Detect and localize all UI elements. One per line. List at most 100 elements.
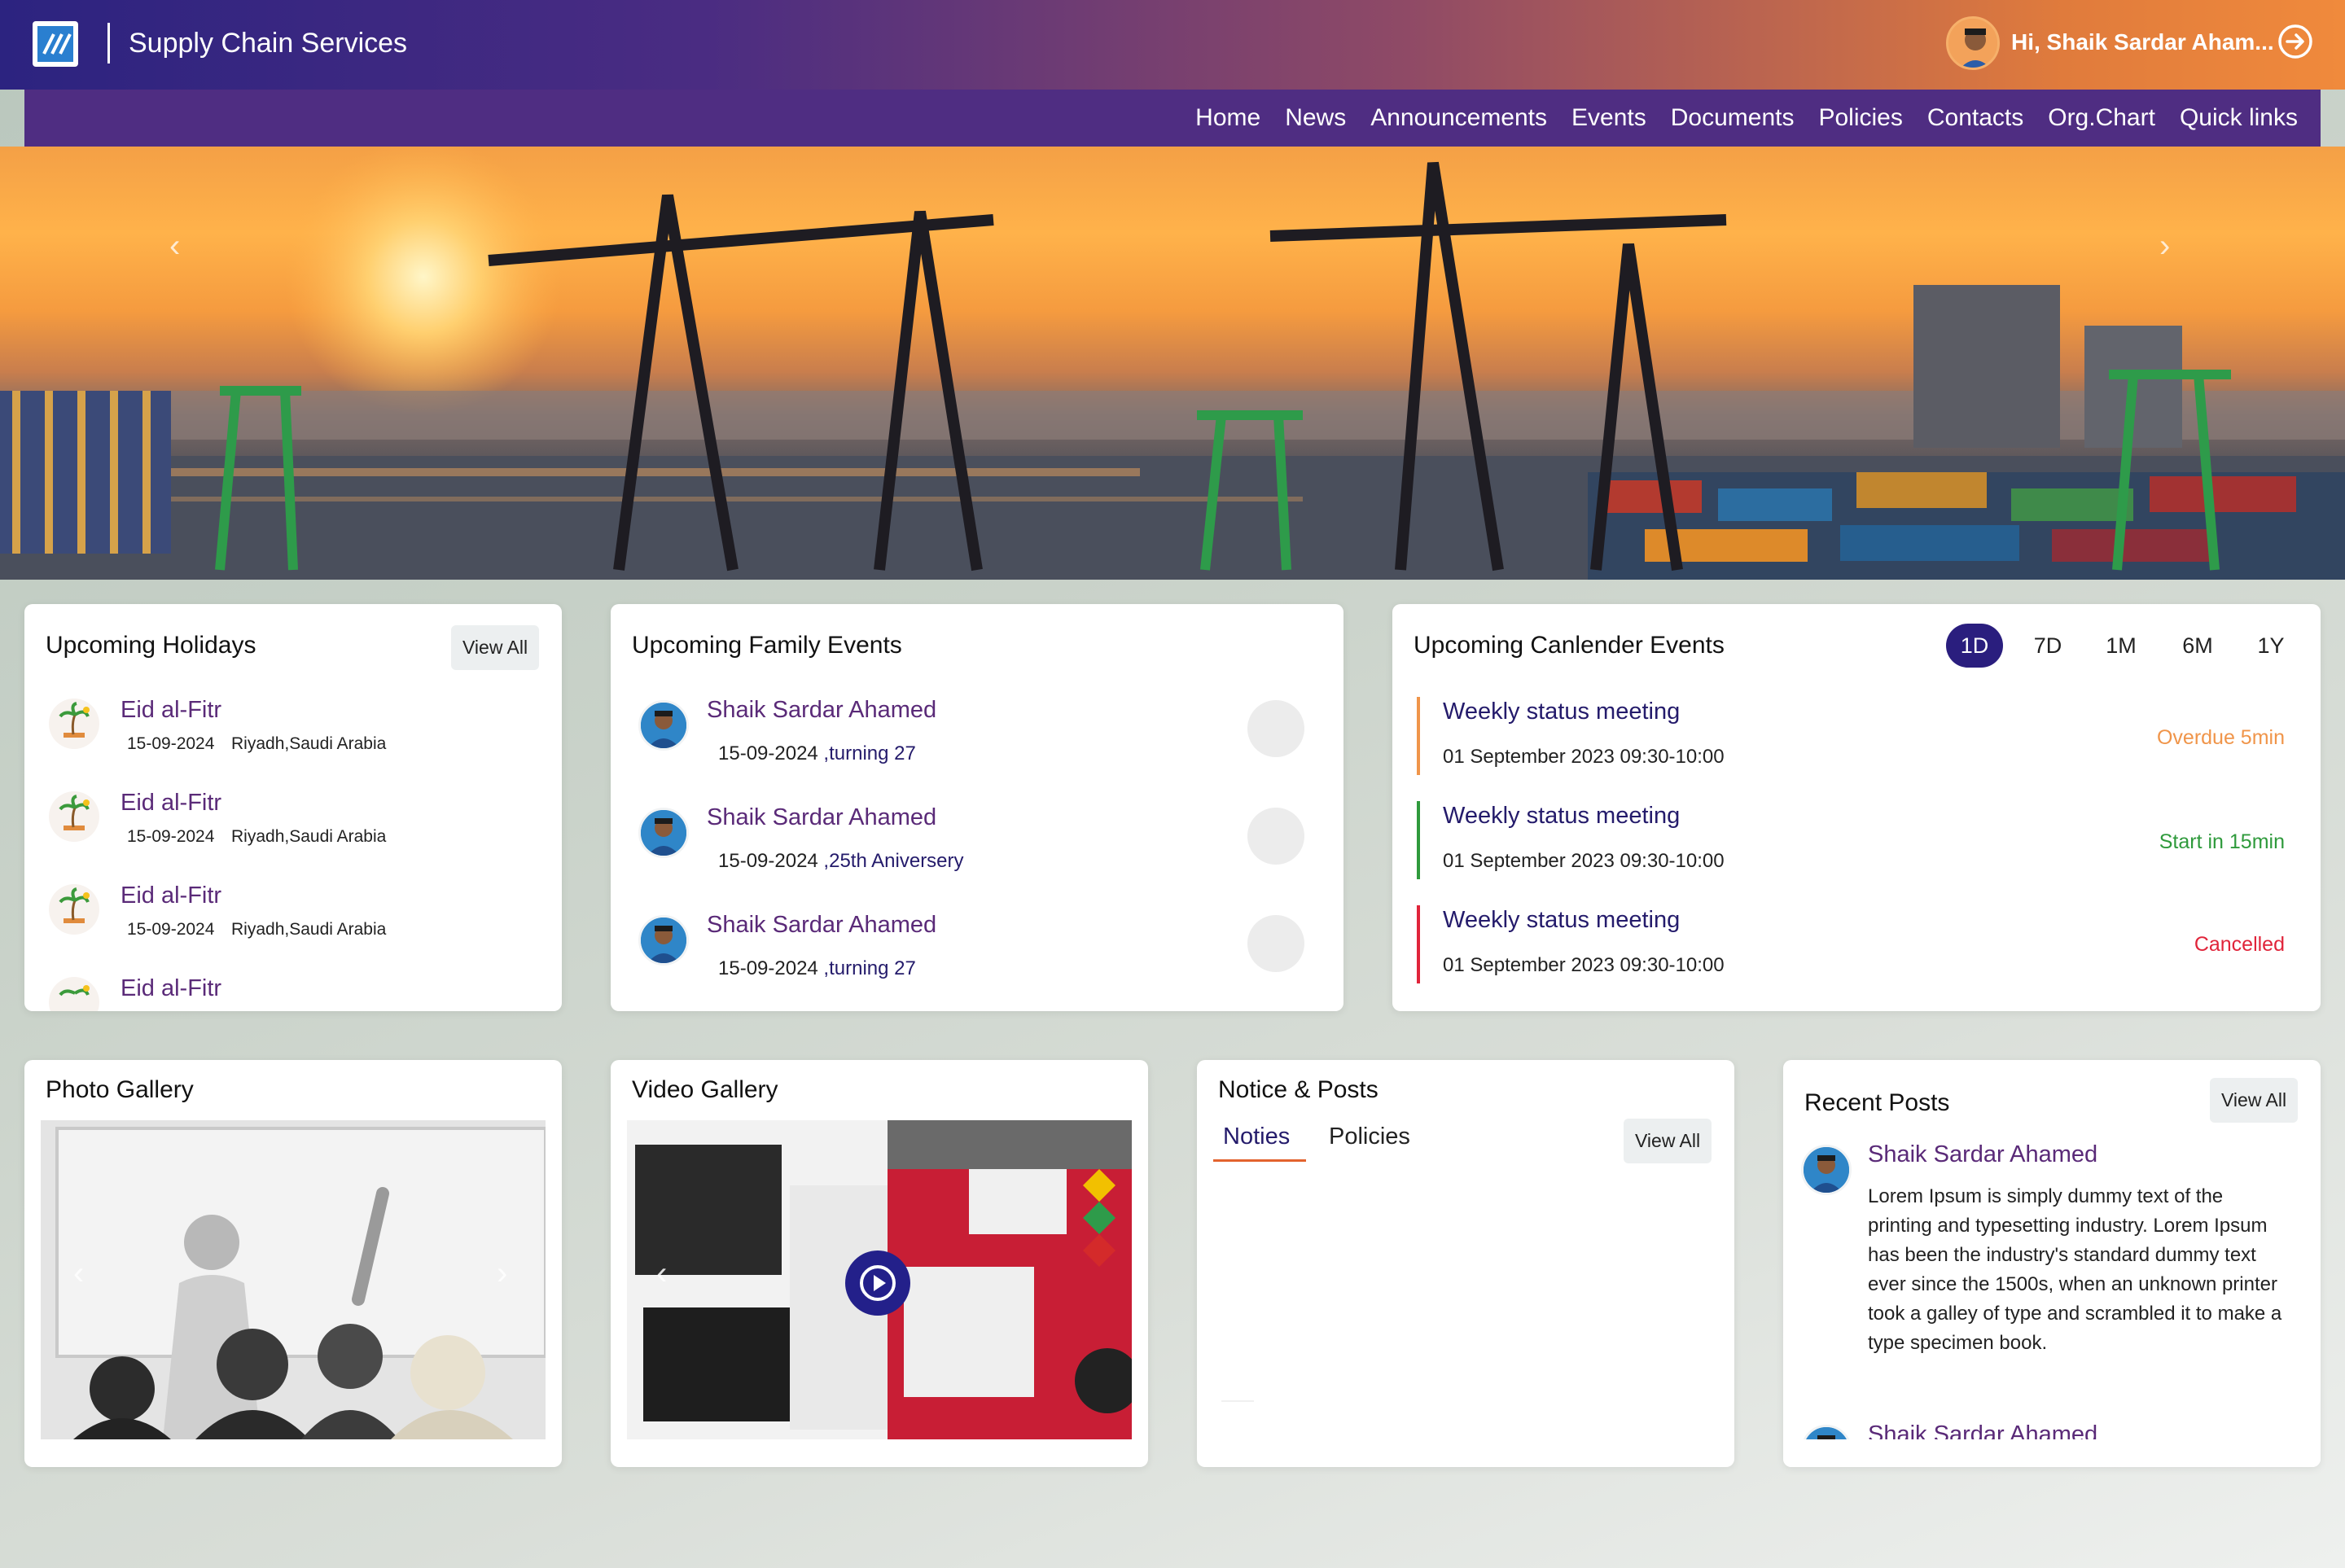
event-detail: ,25th Aniversery: [817, 850, 964, 872]
avatar: [638, 700, 689, 751]
brand-logo-icon[interactable]: [33, 21, 78, 67]
wish-button[interactable]: [1247, 808, 1304, 865]
holiday-date: 15-09-2024: [127, 920, 215, 939]
card-scroll-mask: [1783, 1439, 2321, 1467]
family-event-name[interactable]: Shaik Sardar Ahamed: [707, 804, 936, 831]
wish-button[interactable]: [1247, 700, 1304, 757]
calendar-events-card: Upcoming Canlender Events 1D 7D 1M 6M 1Y…: [1392, 604, 2321, 1011]
nav-documents[interactable]: Documents: [1671, 104, 1795, 132]
holiday-name[interactable]: Eid al-Fitr: [121, 883, 221, 909]
avatar: [1801, 1145, 1852, 1195]
calendar-event-title[interactable]: Weekly status meeting: [1443, 699, 1680, 725]
calendar-event-date: 01 September 2023 09:30-10:00: [1443, 746, 1725, 768]
event-detail: ,turning 27: [817, 742, 916, 764]
holidays-card: Upcoming Holidays View All Eid al-Fitr 1…: [24, 604, 562, 1011]
video-gallery-title: Video Gallery: [632, 1076, 778, 1103]
holiday-date: 15-09-2024: [127, 827, 215, 846]
holiday-place: Riyadh,Saudi Arabia: [231, 827, 387, 846]
family-event-date: 15-09-2024 ,turning 27: [718, 742, 916, 765]
main-nav: Home News Announcements Events Documents…: [24, 90, 2321, 147]
event-date: 15-09-2024: [718, 957, 818, 979]
user-greeting[interactable]: Hi, Shaik Sardar Aham...: [2011, 29, 2274, 55]
nav-events[interactable]: Events: [1571, 104, 1646, 132]
range-tab-7d[interactable]: 7D: [2019, 624, 2076, 668]
holiday-date: 15-09-2024: [127, 734, 215, 753]
event-date: 15-09-2024: [718, 850, 818, 872]
nav-policies[interactable]: Policies: [1818, 104, 1902, 132]
family-event-name[interactable]: Shaik Sardar Ahamed: [707, 697, 936, 724]
tab-noties[interactable]: Noties: [1223, 1123, 1290, 1150]
photo-prev-arrow[interactable]: ‹: [73, 1255, 84, 1292]
calendar-event-status: Cancelled: [2194, 933, 2285, 956]
nav-news[interactable]: News: [1285, 104, 1346, 132]
avatar: [638, 915, 689, 966]
calendar-event-title[interactable]: Weekly status meeting: [1443, 907, 1680, 934]
recent-posts-card: Recent Posts View All Shaik Sardar Ahame…: [1783, 1060, 2321, 1467]
hero-prev-arrow[interactable]: ‹: [169, 228, 180, 265]
calendar-event-date: 01 September 2023 09:30-10:00: [1443, 954, 1725, 976]
recent-posts-title: Recent Posts: [1804, 1089, 1950, 1116]
avatar: [638, 808, 689, 858]
holiday-place: Riyadh,Saudi Arabia: [231, 734, 387, 753]
classroom-photo[interactable]: [41, 1120, 546, 1439]
palm-tree-icon: [49, 884, 99, 935]
nav-home[interactable]: Home: [1195, 104, 1260, 132]
video-prev-arrow[interactable]: ‹: [656, 1255, 667, 1292]
post-body: Lorem Ipsum is simply dummy text of the …: [1868, 1185, 2282, 1354]
app-title: Supply Chain Services: [129, 28, 408, 59]
event-status-bar: [1417, 697, 1420, 775]
holiday-place: Riyadh,Saudi Arabia: [231, 920, 387, 939]
wish-button[interactable]: [1247, 915, 1304, 972]
photo-next-arrow[interactable]: ›: [497, 1255, 507, 1292]
nav-org-chart[interactable]: Org.Chart: [2048, 104, 2155, 132]
play-icon[interactable]: [845, 1250, 910, 1316]
notices-view-all-button[interactable]: View All: [1624, 1119, 1712, 1163]
divider: [1221, 1400, 1254, 1402]
recent-posts-view-all-button[interactable]: View All: [2210, 1078, 2299, 1123]
brand-separator: [107, 23, 110, 64]
palm-tree-icon: [49, 977, 99, 1011]
family-events-card: Upcoming Family Events Shaik Sardar Aham…: [611, 604, 1343, 1011]
event-status-bar: [1417, 801, 1420, 879]
family-events-title: Upcoming Family Events: [632, 632, 902, 659]
calendar-event-status: Start in 15min: [2159, 830, 2285, 853]
tab-policies[interactable]: Policies: [1329, 1123, 1410, 1150]
active-tab-underline: [1213, 1159, 1306, 1162]
holiday-name[interactable]: Eid al-Fitr: [121, 790, 221, 817]
family-event-date: 15-09-2024 ,25th Aniversery: [718, 850, 964, 873]
range-tab-1m[interactable]: 1M: [2093, 624, 2150, 668]
photo-gallery-title: Photo Gallery: [46, 1076, 194, 1103]
port-cranes-image: [0, 147, 2345, 580]
nav-contacts[interactable]: Contacts: [1927, 104, 2023, 132]
hero-next-arrow[interactable]: ›: [2159, 228, 2170, 265]
family-event-name[interactable]: Shaik Sardar Ahamed: [707, 912, 936, 939]
photo-gallery-card: Photo Gallery ‹ ›: [24, 1060, 562, 1467]
calendar-events-title: Upcoming Canlender Events: [1414, 632, 1725, 659]
holidays-title: Upcoming Holidays: [46, 632, 256, 659]
user-avatar[interactable]: [1946, 16, 2000, 70]
palm-tree-icon: [49, 699, 99, 749]
family-event-date: 15-09-2024 ,turning 27: [718, 957, 916, 980]
holidays-view-all-button[interactable]: View All: [451, 625, 540, 670]
range-tab-6m[interactable]: 6M: [2169, 624, 2226, 668]
post-author[interactable]: Shaik Sardar Ahamed: [1868, 1141, 2097, 1168]
event-detail: ,turning 27: [817, 957, 916, 979]
event-date: 15-09-2024: [718, 742, 818, 764]
top-header: Supply Chain Services Hi, Shaik Sardar A…: [0, 0, 2345, 90]
calendar-event-title[interactable]: Weekly status meeting: [1443, 803, 1680, 830]
range-tab-1d[interactable]: 1D: [1946, 624, 2003, 668]
video-gallery-card: Video Gallery ‹: [611, 1060, 1148, 1467]
nav-quick-links[interactable]: Quick links: [2180, 104, 2298, 132]
holiday-name[interactable]: Eid al-Fitr: [121, 975, 221, 1002]
nav-announcements[interactable]: Announcements: [1370, 104, 1547, 132]
palm-tree-icon: [49, 791, 99, 842]
event-status-bar: [1417, 905, 1420, 983]
notice-posts-title: Notice & Posts: [1218, 1076, 1379, 1103]
hero-banner: ‹ ›: [0, 147, 2345, 580]
range-tab-1y[interactable]: 1Y: [2242, 624, 2299, 668]
calendar-event-status: Overdue 5min: [2156, 726, 2285, 749]
logout-icon[interactable]: [2277, 23, 2314, 60]
calendar-event-date: 01 September 2023 09:30-10:00: [1443, 850, 1725, 872]
notice-posts-card: Notice & Posts Noties Policies View All: [1197, 1060, 1734, 1467]
holiday-name[interactable]: Eid al-Fitr: [121, 697, 221, 724]
